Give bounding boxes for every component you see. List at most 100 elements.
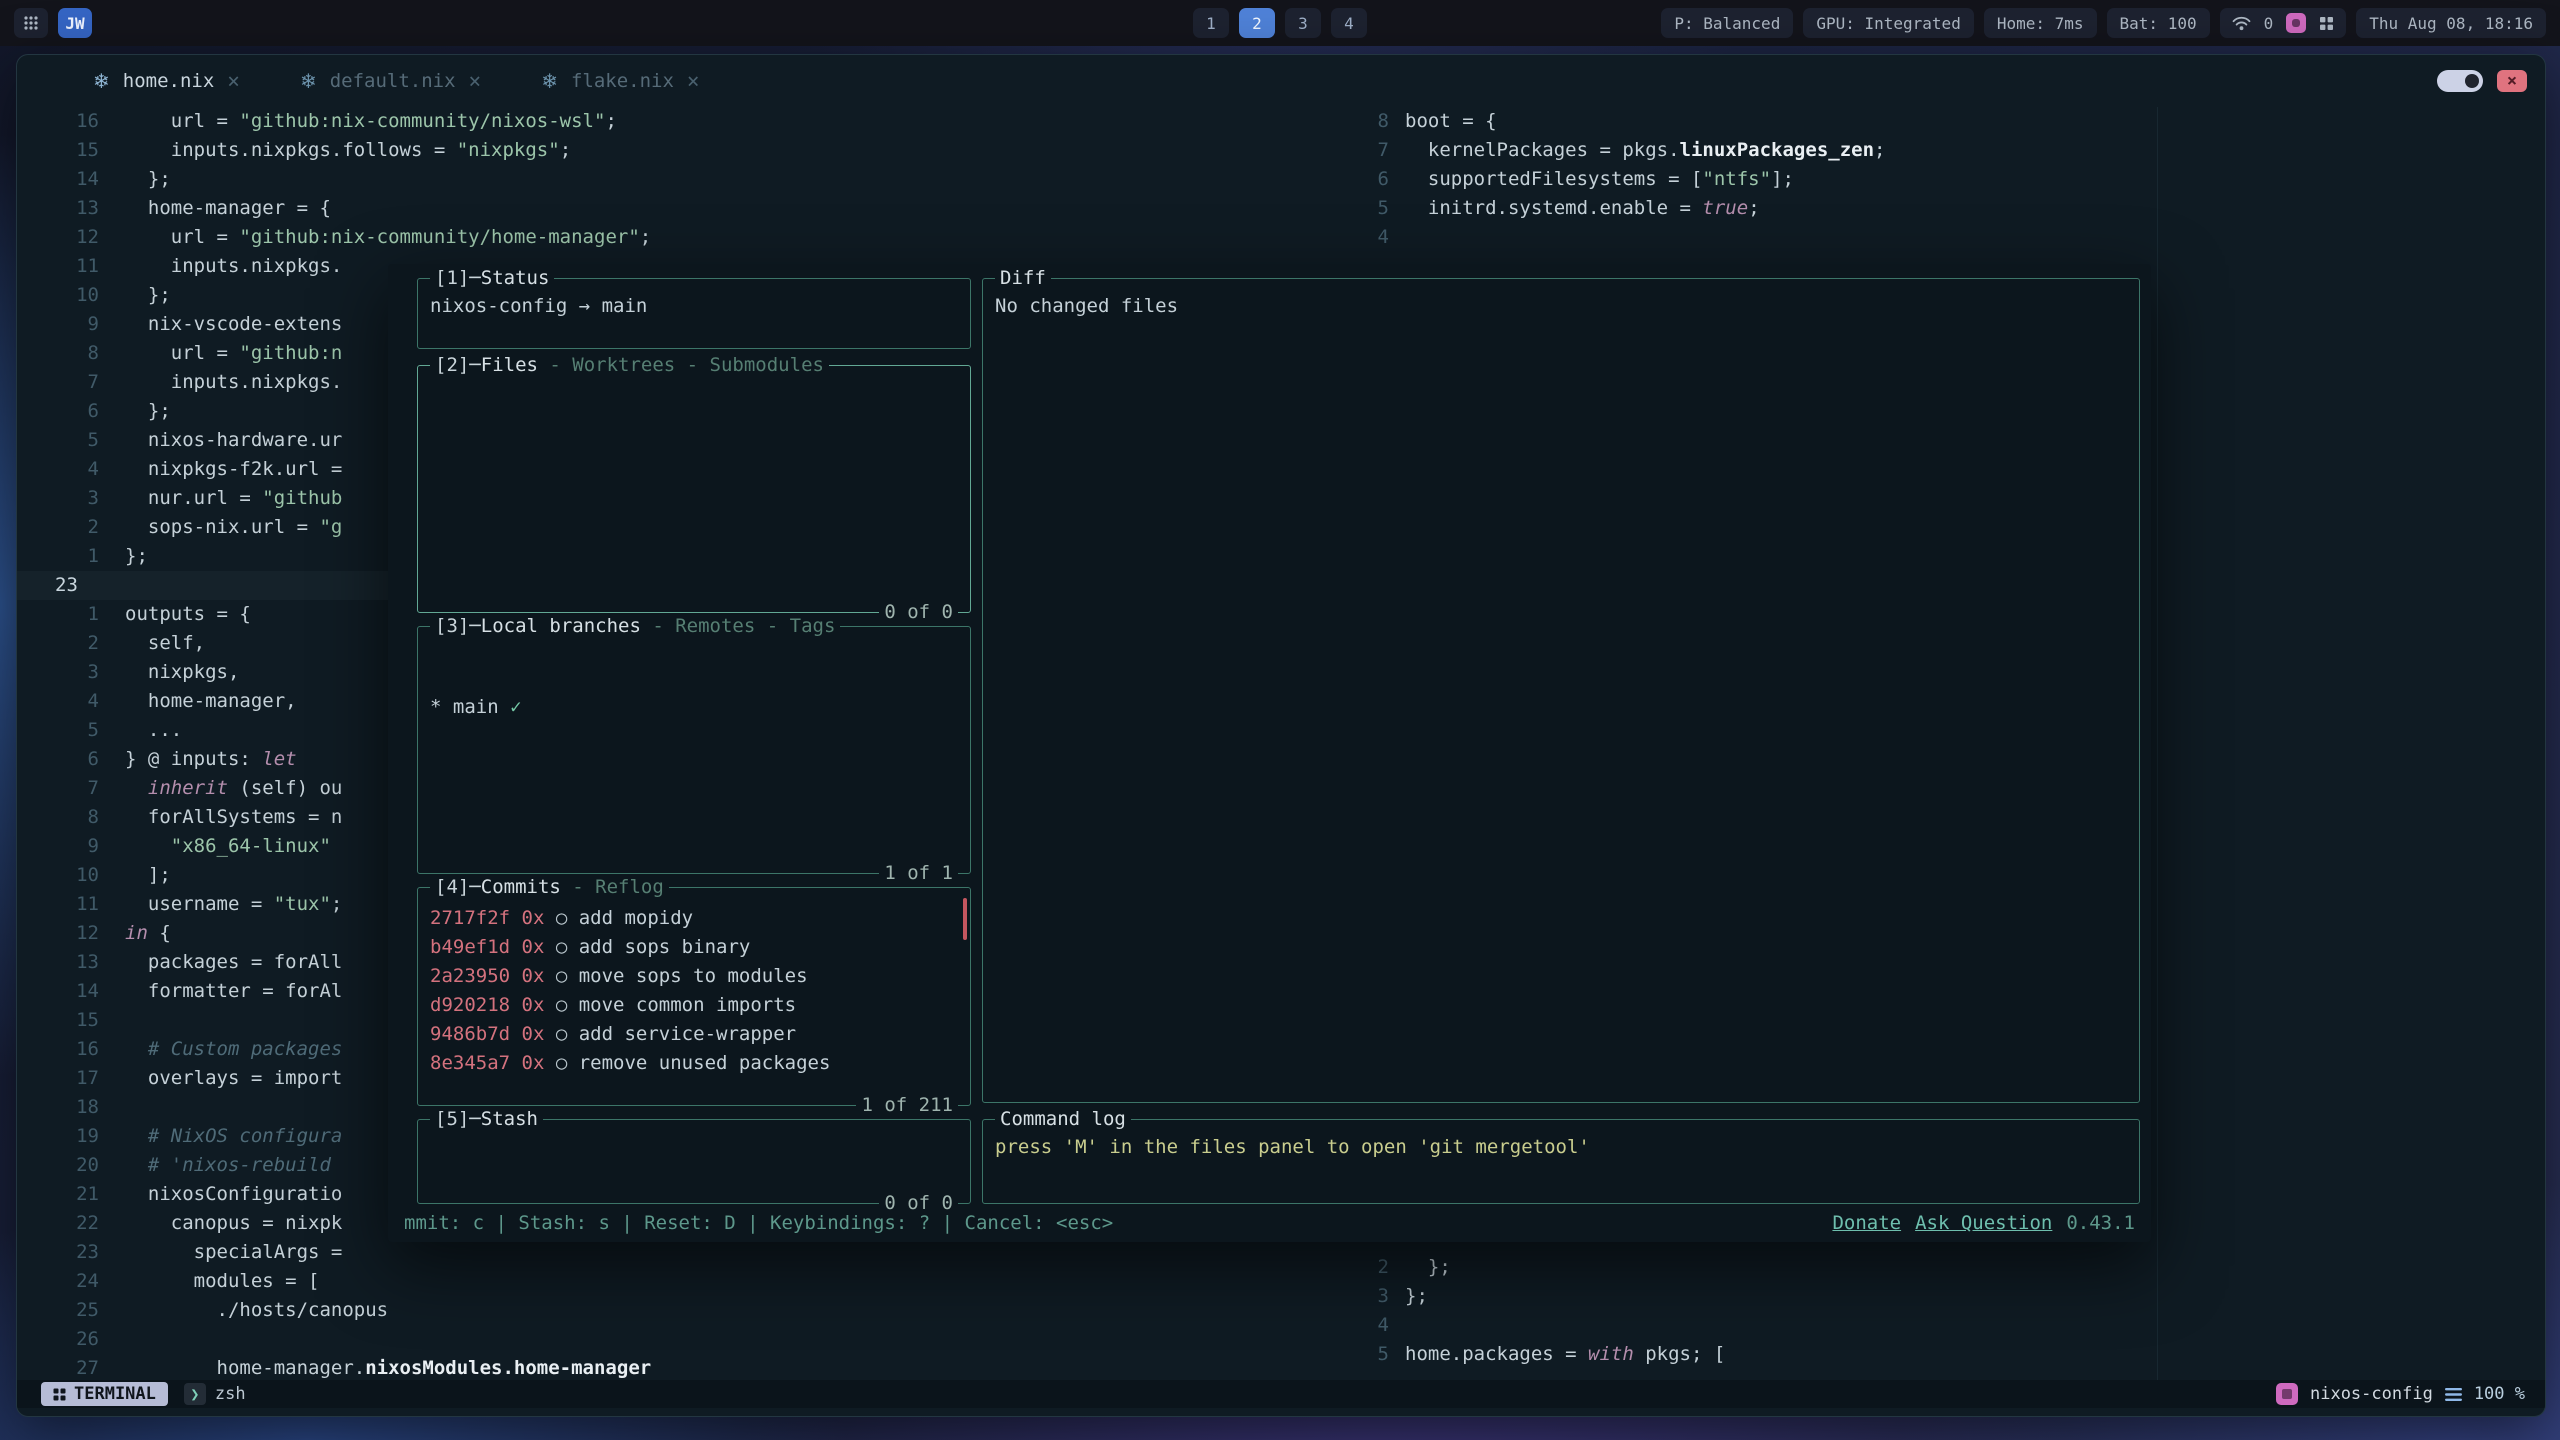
status-panel-content: nixos-config → main <box>418 279 970 348</box>
pane-divider <box>2157 107 2158 1380</box>
line-number: 3 <box>1347 1282 1405 1311</box>
line-number: 17 <box>17 1064 125 1093</box>
commit-author: 0x <box>522 907 556 929</box>
commits-scrollbar[interactable] <box>963 898 967 940</box>
window-close-button[interactable]: × <box>2497 70 2527 92</box>
code-text: inputs.nixpkgs. <box>125 368 342 397</box>
tab-flake.nix[interactable]: ❄flake.nix× <box>541 69 699 93</box>
line-number: 4 <box>1347 223 1405 252</box>
tab-label: home.nix <box>123 70 215 92</box>
line-number: 5 <box>1347 1340 1405 1369</box>
line-number: 11 <box>17 252 125 281</box>
tab-close-icon[interactable]: × <box>687 69 700 93</box>
status-pill-3: Bat: 100 <box>2107 8 2210 38</box>
code-line: 25 ./hosts/canopus <box>17 1296 1347 1325</box>
code-text: forAllSystems = n <box>125 803 342 832</box>
nix-snowflake-icon: ❄ <box>300 69 317 93</box>
commit-graph-bullet: ○ <box>556 907 579 929</box>
user-badge[interactable]: JW <box>58 8 92 38</box>
tab-home.nix[interactable]: ❄home.nix× <box>93 69 240 93</box>
tab-close-icon[interactable]: × <box>469 69 482 93</box>
editor-pane-right-top[interactable]: 8boot = {7 kernelPackages = pkgs.linuxPa… <box>1347 107 2545 252</box>
line-number: 2 <box>17 513 125 542</box>
line-number: 24 <box>17 1267 125 1296</box>
code-text: nixpkgs-f2k.url = <box>125 455 342 484</box>
lazygit-version: 0.43.1 <box>2066 1208 2135 1238</box>
commit-message: move common imports <box>579 994 796 1016</box>
editor-pane-right-bottom[interactable]: 2 };3};45home.packages = with pkgs; [ <box>1347 1253 2545 1369</box>
tab-close-icon[interactable]: × <box>227 69 240 93</box>
commit-hash: d920218 <box>430 994 522 1016</box>
line-number: 6 <box>17 745 125 774</box>
commit-row[interactable]: d920218 0x ○ move common imports <box>430 991 958 1020</box>
commit-row[interactable]: 8e345a7 0x ○ remove unused packages <box>430 1049 958 1078</box>
code-text: boot = { <box>1405 107 1497 136</box>
tab-zsh[interactable]: ❯ zsh <box>184 1383 246 1405</box>
lazygit-diff-panel[interactable]: Diff No changed files <box>982 278 2140 1103</box>
code-line: 7 kernelPackages = pkgs.linuxPackages_ze… <box>1347 136 2545 165</box>
line-number: 15 <box>17 136 125 165</box>
code-text: in { <box>125 919 171 948</box>
line-number: 10 <box>17 281 125 310</box>
line-number: 1 <box>17 542 125 571</box>
line-number: 13 <box>17 194 125 223</box>
code-text: }; <box>125 542 148 571</box>
commit-row[interactable]: 2a23950 0x ○ move sops to modules <box>430 962 958 991</box>
workspace-button-3[interactable]: 3 <box>1285 8 1321 38</box>
lazygit-floating-pane: [1]─Status nixos-config → main [2]─Files… <box>388 264 2151 1242</box>
lazygit-files-panel[interactable]: [2]─Files - Worktrees - Submodules 0 of … <box>417 365 971 613</box>
donate-link[interactable]: Donate <box>1832 1208 1901 1238</box>
line-number: 3 <box>17 484 125 513</box>
commit-row[interactable]: b49ef1d 0x ○ add sops binary <box>430 933 958 962</box>
line-number: 5 <box>17 716 125 745</box>
layout-lines-icon[interactable] <box>2445 1388 2462 1401</box>
line-number: 22 <box>17 1209 125 1238</box>
line-number: 26 <box>17 1325 125 1354</box>
notification-count-icon[interactable]: 0 <box>2264 14 2274 33</box>
code-text: url = "github:nix-community/home-manager… <box>125 223 651 252</box>
code-text: supportedFilesystems = ["ntfs"]; <box>1405 165 1794 194</box>
workspace-button-4[interactable]: 4 <box>1331 8 1367 38</box>
code-text: specialArgs = <box>125 1238 342 1267</box>
workspace-button-2[interactable]: 2 <box>1239 8 1275 38</box>
ask-question-link[interactable]: Ask Question <box>1915 1208 2052 1238</box>
code-text: modules = [ <box>125 1267 319 1296</box>
apps-menu-button[interactable] <box>14 8 48 38</box>
lazygit-branches-panel[interactable]: [3]─Local branches - Remotes - Tags * ma… <box>417 626 971 874</box>
commit-row[interactable]: 9486b7d 0x ○ add service-wrapper <box>430 1020 958 1049</box>
screen-record-icon[interactable] <box>2286 13 2306 33</box>
command-log-content: press 'M' in the files panel to open 'gi… <box>983 1120 2139 1203</box>
branch-check-icon: ✓ <box>510 696 521 718</box>
lazygit-status-panel[interactable]: [1]─Status nixos-config → main <box>417 278 971 349</box>
line-number: 16 <box>17 1035 125 1064</box>
lazygit-commits-panel[interactable]: [4]─Commits - Reflog 2717f2f 0x ○ add mo… <box>417 887 971 1106</box>
code-text: }; <box>125 397 171 426</box>
code-line: 14 }; <box>17 165 1347 194</box>
commit-hash: b49ef1d <box>430 936 522 958</box>
files-panel-title: [2]─Files - Worktrees - Submodules <box>430 352 829 379</box>
commit-author: 0x <box>522 1023 556 1045</box>
session-name: nixos-config <box>2310 1384 2433 1404</box>
tab-default.nix[interactable]: ❄default.nix× <box>300 69 481 93</box>
lazygit-command-log-panel[interactable]: Command log press 'M' in the files panel… <box>982 1119 2140 1204</box>
code-text: packages = forAll <box>125 948 342 977</box>
lazygit-stash-panel[interactable]: [5]─Stash 0 of 0 <box>417 1119 971 1204</box>
branch-row[interactable]: * main ✓ <box>430 693 958 722</box>
workspace-button-1[interactable]: 1 <box>1193 8 1229 38</box>
commit-graph-bullet: ○ <box>556 936 579 958</box>
code-text: nix-vscode-extens <box>125 310 342 339</box>
line-number: 4 <box>17 687 125 716</box>
line-number: 25 <box>17 1296 125 1325</box>
terminal-window: ❄home.nix×❄default.nix×❄flake.nix× × 16 … <box>16 54 2546 1417</box>
line-number: 14 <box>17 977 125 1006</box>
wifi-icon[interactable] <box>2232 16 2251 31</box>
tray-grid-icon[interactable] <box>2319 16 2334 31</box>
commit-row[interactable]: 2717f2f 0x ○ add mopidy <box>430 904 958 933</box>
line-number: 16 <box>17 107 125 136</box>
line-number: 3 <box>17 658 125 687</box>
line-number: 7 <box>17 774 125 803</box>
status-pill-1: GPU: Integrated <box>1803 8 1974 38</box>
window-theme-toggle[interactable] <box>2437 70 2483 92</box>
apps-grid-icon <box>23 15 39 31</box>
line-number: 2 <box>1347 1253 1405 1282</box>
